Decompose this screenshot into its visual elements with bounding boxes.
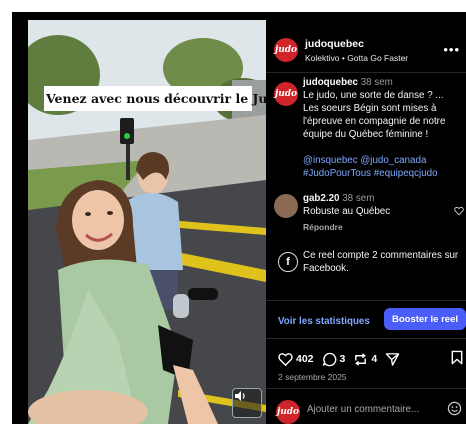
like-button[interactable]: 402: [278, 352, 314, 367]
comment-time: 38 sem: [342, 193, 375, 204]
emoji-icon[interactable]: [447, 401, 462, 416]
send-icon: [385, 352, 400, 366]
speaker-icon: [235, 391, 245, 401]
post-dialog: Venez avec nous découvrir le Judo! judo …: [12, 12, 466, 424]
post-caption: judoquebec 38 sem Le judo, une sorte de …: [303, 76, 461, 180]
comment: gab2.20 38 sem Robuste au Québec: [303, 192, 453, 218]
caption-avatar[interactable]: judo: [274, 82, 298, 106]
action-bar: 402 3 4: [278, 350, 466, 368]
avatar-logo-text: judo: [274, 45, 298, 55]
comment-box-divider: [266, 388, 466, 389]
reel-video-frame: [28, 20, 266, 424]
comment-heart-icon[interactable]: [454, 206, 464, 216]
avatar[interactable]: judo: [274, 38, 298, 62]
repost-icon: [355, 352, 367, 366]
comment-username[interactable]: gab2.20: [303, 193, 340, 204]
repost-count: 4: [371, 353, 378, 365]
add-comment-input[interactable]: Ajouter un commentaire...: [307, 404, 419, 415]
bookmark-icon[interactable]: [450, 350, 464, 365]
header-username[interactable]: judoquebec: [305, 38, 364, 50]
post-date: 2 septembre 2025: [278, 372, 347, 382]
post-sidebar: judo judoquebec Kolektivo • Gotta Go Fas…: [266, 20, 466, 424]
more-dots-icon[interactable]: •••: [443, 42, 460, 57]
view-insights-link[interactable]: Voir les statistiques: [278, 316, 370, 327]
comment-bubble-icon: [322, 352, 336, 366]
audio-track[interactable]: Kolektivo • Gotta Go Faster: [305, 53, 408, 63]
commenter-avatar[interactable]: [274, 194, 298, 218]
video-caption-overlay: Venez avec nous découvrir le Judo!: [44, 86, 266, 111]
footer-divider: [266, 300, 466, 301]
comment-button[interactable]: 3: [322, 352, 346, 367]
caption-time: 38 sem: [360, 77, 393, 88]
share-button[interactable]: [385, 352, 400, 367]
heart-icon: [278, 352, 293, 366]
comment-text: Robuste au Québec: [303, 206, 391, 217]
reply-button[interactable]: Répondre: [303, 222, 343, 232]
actions-divider: [266, 338, 466, 339]
facebook-icon: f: [278, 252, 298, 272]
mute-button[interactable]: [232, 388, 262, 418]
repost-button[interactable]: 4: [353, 352, 377, 367]
boost-reel-button[interactable]: Booster le reel: [384, 308, 466, 330]
caption-tags[interactable]: @insquebec @judo_canada #JudoPourTous #e…: [303, 155, 438, 179]
caption-body: Le judo, une sorte de danse ? ... Les so…: [303, 90, 446, 140]
reel-video[interactable]: Venez avec nous découvrir le Judo!: [28, 20, 266, 424]
header-divider: [266, 72, 466, 73]
avatar-logo-text: judo: [276, 407, 300, 417]
facebook-comments-note: Ce reel compte 2 commentaires sur Facebo…: [303, 250, 459, 274]
caption-username[interactable]: judoquebec: [303, 77, 358, 88]
like-count: 402: [296, 353, 314, 365]
avatar-logo-text: judo: [274, 89, 298, 99]
current-user-avatar: judo: [276, 400, 300, 424]
comment-count: 3: [339, 353, 346, 365]
